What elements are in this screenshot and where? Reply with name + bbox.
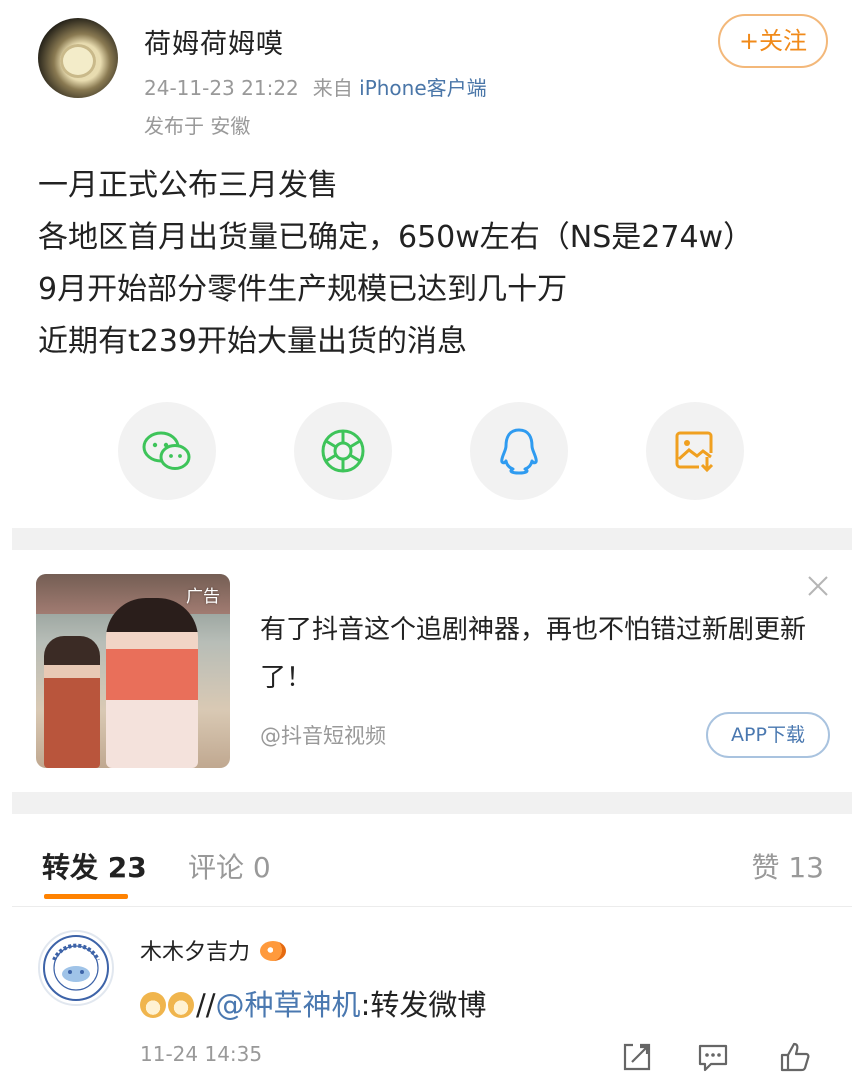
ad-tag: 广告	[186, 587, 220, 607]
post-header: 荷姆荷姆嗼 24-11-23 21:22 来自 iPhone客户端 发布于 安徽 …	[38, 14, 828, 138]
ad-source: @抖音短视频	[260, 724, 386, 748]
doge-emoji-icon	[140, 992, 166, 1018]
section-divider	[12, 792, 852, 814]
ad-title[interactable]: 有了抖音这个追剧神器，再也不怕错过新剧更新了！	[260, 606, 820, 702]
ad-image-figure	[44, 636, 100, 768]
repost-time: 11-24 14:35	[140, 1042, 263, 1066]
follow-button[interactable]: +关注	[718, 14, 828, 68]
repost-text-rest: :转发微博	[360, 988, 487, 1022]
post-line: 近期有t239开始大量出货的消息	[38, 324, 468, 359]
post-line: 各地区首月出货量已确定，650w左右（NS是274w）	[38, 220, 754, 255]
tabs-divider	[12, 906, 852, 907]
active-tab-indicator	[44, 894, 128, 899]
post-body: 一月正式公布三月发售 各地区首月出货量已确定，650w左右（NS是274w） 9…	[38, 160, 838, 368]
repost-actions	[618, 1040, 828, 1074]
repost-separator: //	[196, 988, 216, 1022]
ad-image-figure	[106, 598, 198, 768]
repost-username[interactable]: 木木夕吉力	[140, 934, 287, 966]
post-source[interactable]: iPhone客户端	[359, 76, 487, 100]
comment-icon[interactable]	[696, 1040, 730, 1074]
qq-icon	[500, 428, 538, 475]
share-qq-button[interactable]	[470, 402, 568, 500]
post-meta: 24-11-23 21:22 来自 iPhone客户端	[144, 72, 487, 101]
post-tabs: 转发 23 评论 0 赞 13	[42, 840, 824, 900]
moments-icon	[321, 429, 365, 473]
doge-emoji-icon	[168, 992, 194, 1018]
save-image-icon	[675, 431, 714, 473]
avatar[interactable]	[38, 18, 118, 98]
username[interactable]: 荷姆荷姆嗼	[144, 22, 284, 61]
forward-icon[interactable]	[620, 1040, 654, 1074]
mention-link[interactable]: @种草神机	[216, 988, 361, 1022]
post-time: 24-11-23 21:22	[144, 76, 299, 100]
avatar[interactable]	[38, 930, 114, 1006]
from-label: 来自	[312, 76, 353, 100]
post-line: 9月开始部分零件生产规模已达到几十万	[38, 272, 568, 307]
app-download-button[interactable]: APP下载	[706, 712, 830, 758]
share-wechat-button[interactable]	[118, 402, 216, 500]
ad-image[interactable]: 广告	[36, 574, 230, 768]
share-moments-button[interactable]	[294, 402, 392, 500]
section-divider	[12, 528, 852, 550]
repost-item: 木木夕吉力 //@种草神机:转发微博 11-24 14:35	[38, 924, 828, 1077]
close-icon[interactable]	[806, 574, 830, 598]
share-row	[118, 402, 744, 502]
university-seal-icon	[43, 935, 109, 1001]
repost-username-text[interactable]: 木木夕吉力	[140, 940, 250, 965]
repost-text: //@种草神机:转发微博	[140, 982, 486, 1024]
tab-likes[interactable]: 赞 13	[751, 846, 824, 886]
post-line: 一月正式公布三月发售	[38, 168, 338, 203]
tab-comment[interactable]: 评论 0	[188, 846, 271, 886]
tab-repost[interactable]: 转发 23	[42, 846, 147, 886]
ad-card[interactable]: 广告 有了抖音这个追剧神器，再也不怕错过新剧更新了！ @抖音短视频 APP下载	[36, 574, 836, 774]
like-icon[interactable]	[778, 1040, 812, 1074]
fish-emoji-icon	[260, 941, 287, 961]
wechat-icon	[142, 431, 191, 470]
save-image-button[interactable]	[646, 402, 744, 500]
post-location: 发布于 安徽	[144, 114, 251, 138]
